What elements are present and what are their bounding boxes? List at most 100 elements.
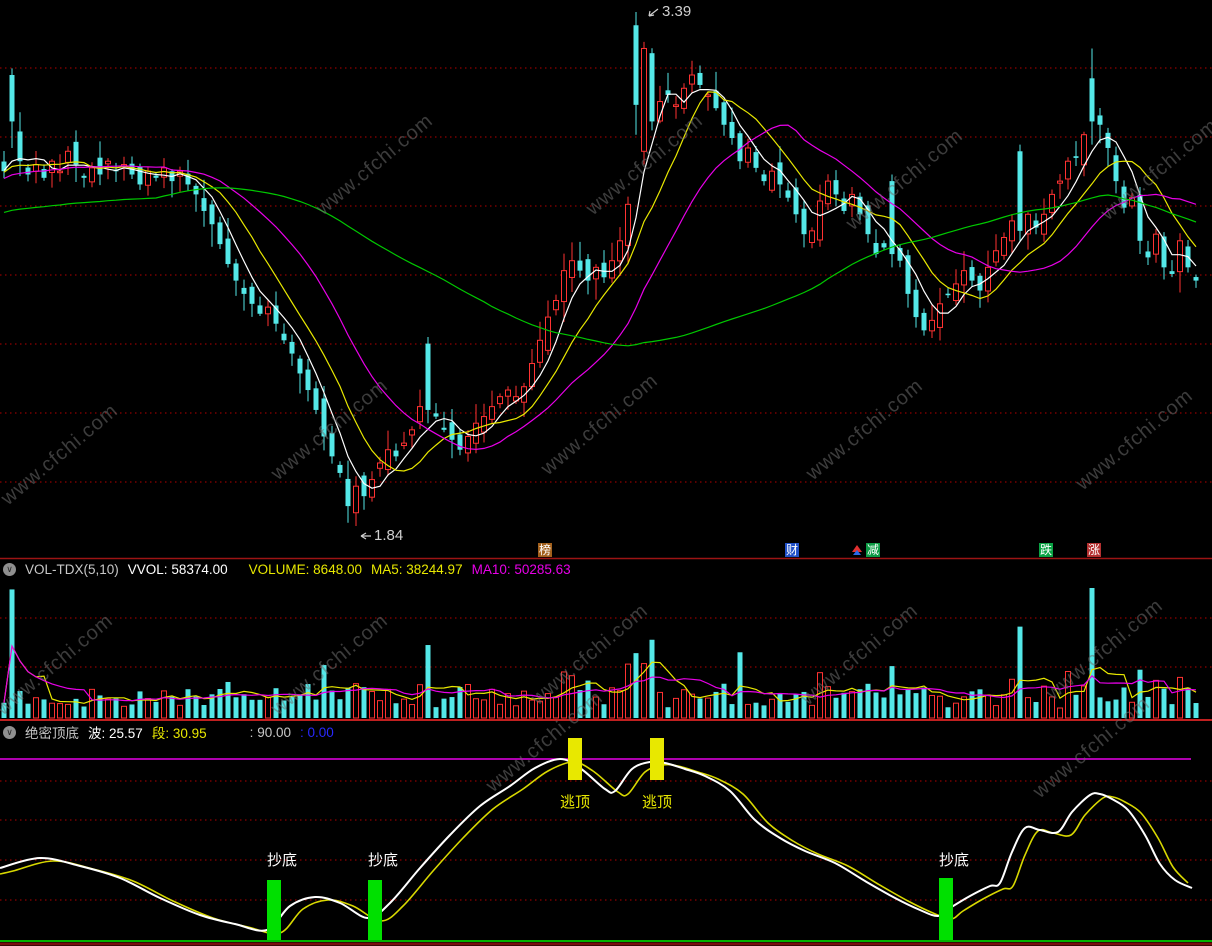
volume-bar — [993, 705, 999, 719]
candle-body — [697, 72, 703, 85]
vol-ma5-line — [3, 644, 1197, 704]
candle-body — [393, 450, 399, 457]
volume-bar — [1, 702, 7, 718]
candle-body — [337, 464, 343, 473]
candle-body — [65, 150, 71, 163]
candle-body — [769, 170, 775, 191]
quick-button-4[interactable]: 涨 — [1087, 543, 1101, 557]
sell-signal-bar[interactable] — [568, 738, 582, 780]
volume-bar — [937, 695, 943, 719]
volume-bar — [273, 688, 279, 718]
candle-body — [353, 485, 359, 514]
volume-bar — [529, 699, 535, 719]
signal-triangle-icon[interactable] — [851, 545, 863, 557]
volume-bar — [977, 689, 983, 718]
candle-body — [209, 204, 215, 225]
candle-body — [617, 240, 623, 262]
volume-bar — [113, 698, 119, 718]
quick-button-3[interactable]: 跌 — [1039, 543, 1053, 557]
candle-body — [1097, 115, 1103, 125]
volume-bar — [161, 690, 167, 719]
volume-bar — [697, 698, 703, 718]
candle-body — [1161, 236, 1167, 268]
volume-bar — [329, 690, 335, 718]
candle-body — [1169, 271, 1175, 274]
buy-signal-bar[interactable] — [267, 880, 281, 940]
candle-body — [425, 343, 431, 410]
volume-bar — [1049, 696, 1055, 719]
volume-bar — [249, 699, 255, 718]
collapse-volume-icon[interactable]: ∨ — [3, 562, 16, 576]
volume-bar — [225, 681, 231, 718]
candle-body — [953, 283, 959, 302]
candle-body — [257, 305, 263, 314]
quick-button-2[interactable]: 减 — [866, 543, 880, 557]
volume-bar — [473, 698, 479, 719]
volume-bar — [921, 687, 927, 718]
volume-bar — [1017, 626, 1023, 718]
volume-bar — [889, 666, 895, 718]
ma5-line — [3, 89, 1197, 489]
volume-bar — [305, 684, 311, 718]
quick-button-0[interactable]: 榜 — [538, 543, 552, 557]
volume-bar — [593, 696, 599, 719]
down-left-arrow-icon — [648, 8, 659, 17]
quick-button-1[interactable]: 财 — [785, 543, 799, 557]
candlestick-series — [1, 12, 1199, 526]
candle-body — [201, 198, 207, 211]
buy-signal-bar[interactable] — [368, 880, 382, 940]
volume-bar — [737, 652, 743, 718]
volume-bar — [1105, 701, 1111, 718]
volume-bar — [1193, 703, 1199, 718]
candle-body — [409, 429, 415, 436]
candle-body — [1121, 186, 1127, 208]
sell-signal-bar[interactable] — [650, 738, 664, 780]
volume-bar — [313, 699, 319, 718]
volume-bar — [537, 700, 543, 719]
volume-bar — [1185, 687, 1191, 718]
volume-bar — [393, 703, 399, 718]
candle-body — [921, 312, 927, 331]
candle-body — [881, 243, 887, 248]
volume-bar — [777, 693, 783, 718]
candle-body — [569, 260, 575, 278]
volume-bar — [913, 693, 919, 718]
candle-body — [265, 306, 271, 315]
candle-body — [1145, 251, 1151, 258]
volume-bar — [953, 702, 959, 719]
buy-signal-bar[interactable] — [939, 878, 953, 940]
volume-bar — [361, 687, 367, 718]
candle-body — [377, 462, 383, 469]
sell-signal-label: 逃顶 — [559, 794, 591, 811]
price-annotation: 1.84 — [358, 527, 403, 544]
volume-bar — [241, 694, 247, 718]
bottom-indicator-header: ∨ 绝密顶底 波: 25.57 段: 30.95 : 90.00 : 0.00 — [3, 723, 334, 741]
chart-canvas[interactable] — [0, 0, 1212, 946]
candle-body — [817, 200, 823, 241]
collapse-indicator-icon[interactable]: ∨ — [3, 725, 16, 739]
volume-bar — [689, 693, 695, 719]
candle-body — [601, 262, 607, 278]
volume-bar — [185, 689, 191, 718]
candle-body — [329, 433, 335, 457]
volume-bar — [681, 689, 687, 719]
volume-bar — [265, 696, 271, 719]
candle-body — [577, 260, 583, 271]
candle-body — [545, 316, 551, 351]
candle-body — [25, 167, 31, 175]
candle-body — [289, 341, 295, 354]
candle-body — [1001, 236, 1007, 256]
volume-bar — [1025, 697, 1031, 719]
volume-indicator-name[interactable]: VOL-TDX(5,10) — [25, 562, 119, 577]
volume-bar — [137, 691, 143, 718]
candle-body — [105, 160, 111, 165]
candle-body — [649, 53, 655, 122]
volume-bar — [553, 696, 559, 719]
bottom-indicator-name[interactable]: 绝密顶底 — [25, 722, 79, 742]
vol-ma10-line — [3, 644, 1197, 703]
volume-bar — [1169, 704, 1175, 718]
candle-body — [497, 396, 503, 405]
volume-bar — [1161, 688, 1167, 718]
volume-bar — [289, 695, 295, 718]
volume-bar — [377, 700, 383, 719]
